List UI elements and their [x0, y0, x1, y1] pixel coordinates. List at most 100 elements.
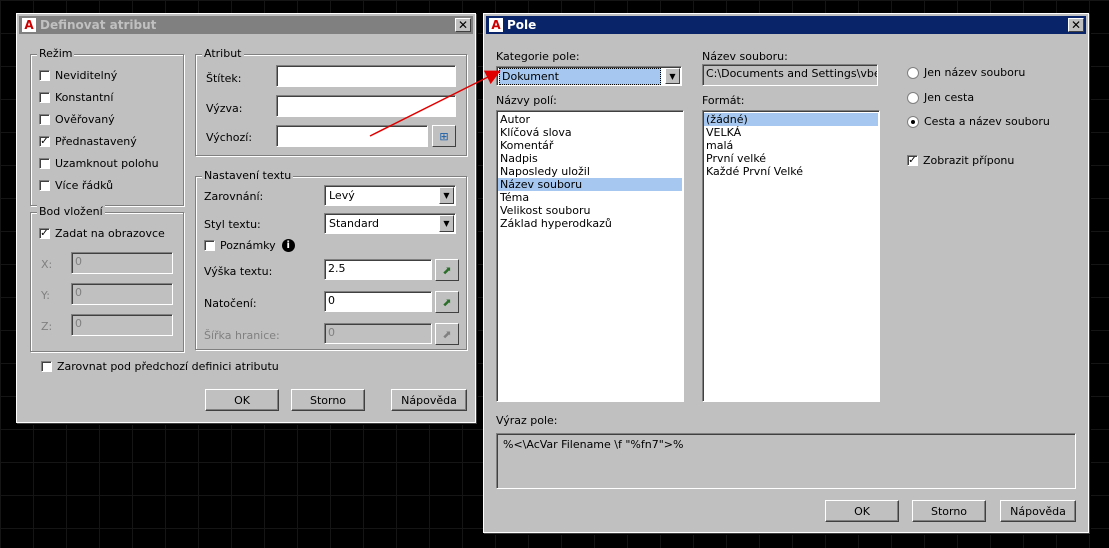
- show-extension-checkbox[interactable]: ✓ Zobrazit příponu: [907, 154, 1014, 167]
- checkmark-icon[interactable]: ✓: [39, 228, 50, 239]
- boundary-width-input[interactable]: 0: [324, 323, 432, 344]
- annotative-checkbox[interactable]: Poznámky i: [204, 239, 295, 252]
- list-item[interactable]: (žádné): [704, 113, 878, 126]
- format-list[interactable]: (žádné) VELKÁ malá První velké Každé První V…: [702, 110, 880, 402]
- insertion-point-group: Bod vložení ✓ Zadat na obrazovce X: 0 Y: …: [30, 205, 184, 352]
- list-item[interactable]: Velikost souboru: [498, 204, 682, 217]
- align-below-checkbox[interactable]: Zarovnat pod předchozí definici atributu: [41, 360, 279, 373]
- list-item[interactable]: Téma: [498, 191, 682, 204]
- list-item[interactable]: Základ hyperodkazů: [498, 217, 682, 230]
- field-dialog-title: Pole: [507, 18, 537, 32]
- checkbox-box[interactable]: [41, 361, 52, 372]
- justification-value: Levý: [329, 189, 355, 202]
- field-cancel-button[interactable]: Storno: [912, 500, 986, 522]
- checkbox-box[interactable]: [39, 114, 50, 125]
- z-input[interactable]: 0: [71, 314, 173, 336]
- list-item[interactable]: Nadpis: [498, 152, 682, 165]
- default-input[interactable]: [276, 125, 428, 147]
- checkmark-icon[interactable]: ✓: [39, 136, 50, 147]
- close-icon[interactable]: ✕: [1068, 18, 1084, 32]
- justification-select[interactable]: Levý ▼: [324, 185, 456, 206]
- list-item[interactable]: VELKÁ: [704, 126, 878, 139]
- checkbox-box[interactable]: [39, 92, 50, 103]
- autocad-app-icon: A: [489, 18, 503, 32]
- define-attribute-dialog: A Definovat atribut ✕ Režim Neviditelný …: [16, 13, 476, 423]
- field-ok-button[interactable]: OK: [825, 500, 899, 522]
- attr-ok-button[interactable]: OK: [205, 389, 279, 411]
- prompt-label: Výzva:: [206, 102, 243, 115]
- field-help-button[interactable]: Nápověda: [1000, 500, 1076, 522]
- list-item[interactable]: Autor: [498, 113, 682, 126]
- checkbox-box[interactable]: [204, 240, 215, 251]
- insertion-legend: Bod vložení: [37, 205, 105, 218]
- radio-button[interactable]: [907, 66, 919, 79]
- lock-position-checkbox[interactable]: Uzamknout polohu: [39, 157, 159, 170]
- mode-legend: Režim: [37, 47, 75, 60]
- prompt-input[interactable]: [276, 95, 456, 117]
- text-style-select[interactable]: Standard ▼: [324, 213, 456, 234]
- radio-button[interactable]: [907, 115, 919, 128]
- field-names-label: Názvy polí:: [496, 94, 557, 107]
- expression-label: Výraz pole:: [496, 414, 558, 427]
- filename-input[interactable]: C:\Documents and Settings\vbehu: [702, 64, 878, 86]
- x-input[interactable]: 0: [71, 252, 173, 274]
- pick-rotation-button[interactable]: ⬈: [435, 291, 459, 313]
- text-height-input[interactable]: 2.5: [324, 259, 432, 280]
- info-icon[interactable]: i: [281, 239, 295, 252]
- close-icon[interactable]: ✕: [455, 18, 471, 32]
- path-only-radio[interactable]: Jen cesta: [907, 91, 974, 104]
- radio-button[interactable]: [907, 91, 919, 104]
- preset-checkbox[interactable]: ✓ Přednastavený: [39, 135, 137, 148]
- category-select[interactable]: Dokument ▼: [496, 66, 682, 86]
- text-style-value: Standard: [329, 217, 380, 230]
- pick-boundary-button[interactable]: ⬈: [435, 323, 459, 345]
- constant-checkbox[interactable]: Konstantní: [39, 91, 113, 104]
- list-item[interactable]: Každé První Velké: [704, 165, 878, 178]
- format-label: Formát:: [702, 94, 745, 107]
- list-item[interactable]: Naposledy uložil: [498, 165, 682, 178]
- attr-help-button[interactable]: Nápověda: [391, 389, 467, 411]
- text-height-label: Výška textu:: [204, 265, 273, 278]
- field-names-list[interactable]: Autor Klíčová slova Komentář Nadpis Naposled…: [496, 110, 684, 402]
- checkbox-box[interactable]: [39, 158, 50, 169]
- verify-checkbox[interactable]: Ověřovaný: [39, 113, 115, 126]
- invisible-checkbox[interactable]: Neviditelný: [39, 69, 117, 82]
- list-item[interactable]: Název souboru: [498, 178, 682, 191]
- list-item[interactable]: Komentář: [498, 139, 682, 152]
- attr-dialog-title: Definovat atribut: [40, 18, 157, 32]
- attribute-legend: Atribut: [202, 47, 244, 60]
- text-settings-group: Nastavení textu Zarovnání: Levý ▼ Styl t…: [195, 169, 467, 350]
- list-item[interactable]: První velké: [704, 152, 878, 165]
- checkbox-box[interactable]: [39, 180, 50, 191]
- expression-box[interactable]: %<\AcVar Filename \f "%fn7">%: [496, 433, 1076, 489]
- path-and-filename-radio[interactable]: Cesta a název souboru: [907, 115, 1050, 128]
- checkmark-icon[interactable]: ✓: [907, 155, 918, 166]
- text-settings-legend: Nastavení textu: [202, 169, 294, 182]
- justification-label: Zarovnání:: [204, 190, 264, 203]
- list-item[interactable]: malá: [704, 139, 878, 152]
- attr-cancel-button[interactable]: Storno: [291, 389, 365, 411]
- chevron-down-icon[interactable]: ▼: [439, 187, 454, 204]
- z-label: Z:: [41, 320, 53, 333]
- autocad-app-icon: A: [22, 18, 36, 32]
- insert-field-button[interactable]: ⊞: [432, 125, 456, 147]
- rotation-label: Natočení:: [204, 297, 257, 310]
- list-item[interactable]: Klíčová slova: [498, 126, 682, 139]
- specify-on-screen-checkbox[interactable]: ✓ Zadat na obrazovce: [39, 227, 165, 240]
- checkbox-box[interactable]: [39, 70, 50, 81]
- pick-height-button[interactable]: ⬈: [435, 259, 459, 281]
- filename-label: Název souboru:: [702, 50, 788, 63]
- radio-dot-icon: [911, 119, 915, 124]
- chevron-down-icon[interactable]: ▼: [439, 215, 454, 232]
- tag-input[interactable]: [276, 65, 456, 87]
- y-input[interactable]: 0: [71, 283, 173, 305]
- chevron-down-icon[interactable]: ▼: [665, 68, 680, 84]
- filename-only-radio[interactable]: Jen název souboru: [907, 66, 1025, 79]
- x-label: X:: [41, 258, 53, 271]
- multiline-checkbox[interactable]: Více řádků: [39, 179, 113, 192]
- y-label: Y:: [41, 289, 50, 302]
- attribute-group: Atribut Štítek: Výzva: Výchozí: ⊞: [195, 47, 467, 156]
- attr-titlebar[interactable]: A Definovat atribut ✕: [19, 16, 473, 34]
- field-titlebar[interactable]: A Pole ✕: [486, 16, 1086, 34]
- rotation-input[interactable]: 0: [324, 291, 432, 312]
